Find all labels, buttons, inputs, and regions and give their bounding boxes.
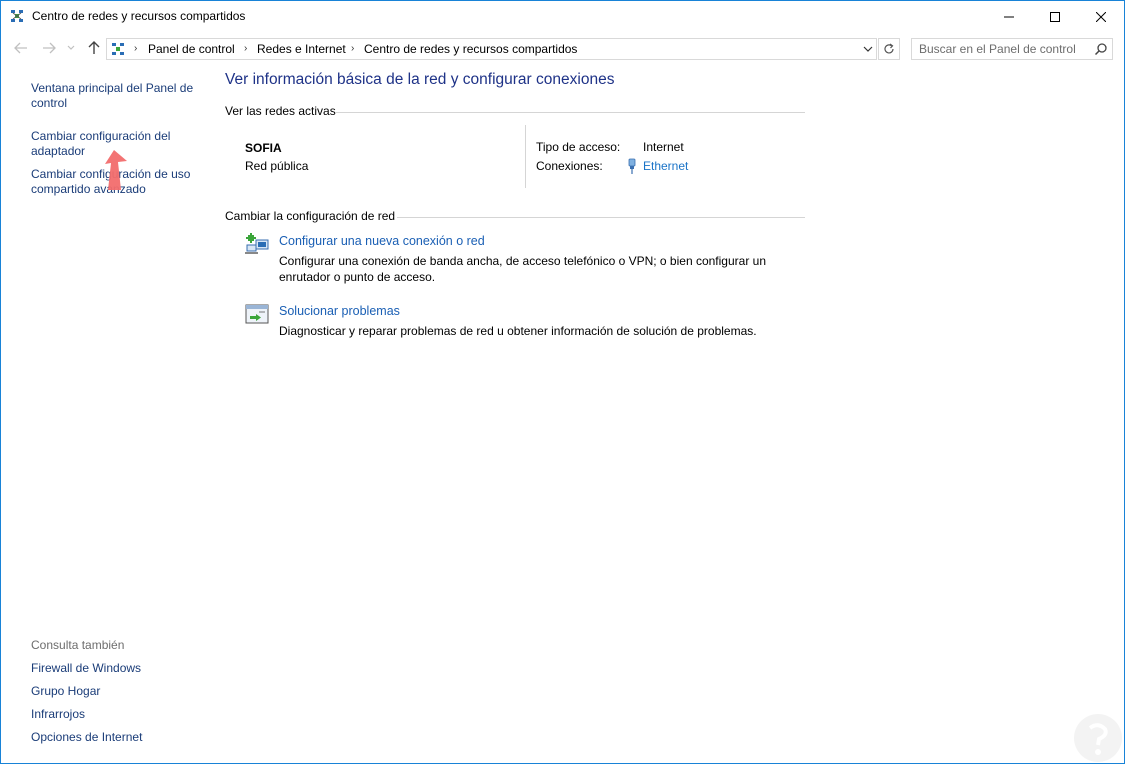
- address-dropdown-button[interactable]: [861, 42, 875, 56]
- see-also-heading: Consulta también: [31, 638, 125, 652]
- arrow-left-icon: [14, 42, 27, 54]
- watermark-logo-icon: [1074, 714, 1122, 762]
- arrow-right-icon: [43, 42, 56, 54]
- breadcrumb-separator-icon[interactable]: ›: [244, 43, 247, 54]
- refresh-button[interactable]: [878, 38, 900, 60]
- close-icon: [1096, 11, 1106, 22]
- breadcrumb-redes-e-internet[interactable]: Redes e Internet: [257, 42, 346, 56]
- refresh-icon: [884, 43, 894, 54]
- forward-button[interactable]: [41, 40, 57, 56]
- active-networks-header: Ver las redes activas: [225, 104, 336, 118]
- network-name: SOFIA: [245, 141, 282, 155]
- address-bar[interactable]: › Panel de control › Redes e Internet › …: [106, 38, 877, 60]
- section-divider: [336, 112, 805, 113]
- troubleshoot-link[interactable]: Solucionar problemas: [279, 304, 400, 318]
- search-icon[interactable]: [1094, 42, 1108, 56]
- navigation-bar: › Panel de control › Redes e Internet › …: [1, 37, 1124, 61]
- link-windows-firewall[interactable]: Firewall de Windows: [31, 661, 206, 676]
- search-box[interactable]: [911, 38, 1113, 60]
- search-input[interactable]: [912, 39, 1090, 59]
- setup-new-connection-link[interactable]: Configurar una nueva conexión o red: [279, 234, 485, 248]
- arrow-up-icon: [88, 41, 100, 54]
- back-button[interactable]: [13, 40, 29, 56]
- main-content: Ver información básica de la red y confi…: [225, 63, 1105, 763]
- control-panel-icon: [112, 43, 124, 55]
- network-divider: [525, 125, 526, 188]
- network-category: Red pública: [245, 159, 309, 173]
- section-divider: [397, 217, 805, 218]
- up-button[interactable]: [86, 40, 102, 56]
- close-button[interactable]: [1078, 1, 1124, 32]
- window: Centro de redes y recursos compartidos ›…: [0, 0, 1125, 764]
- breadcrumb-centro-de-redes[interactable]: Centro de redes y recursos compartidos: [364, 42, 577, 56]
- minimize-button[interactable]: [986, 1, 1032, 32]
- maximize-icon: [1050, 11, 1060, 22]
- change-settings-header: Cambiar la configuración de red: [225, 209, 396, 223]
- ethernet-connection-link[interactable]: Ethernet: [643, 159, 688, 173]
- pointer-arrow-icon: [105, 150, 127, 190]
- title-bar: Centro de redes y recursos compartidos: [1, 1, 1124, 32]
- page-title: Ver información básica de la red y confi…: [225, 71, 615, 88]
- troubleshoot-description: Diagnosticar y reparar problemas de red …: [279, 324, 757, 338]
- network-center-icon: [11, 10, 23, 22]
- network-setup-icon: [245, 233, 269, 254]
- ethernet-icon: [628, 158, 636, 174]
- breadcrumb-separator-icon[interactable]: ›: [134, 43, 137, 54]
- breadcrumb-separator-icon[interactable]: ›: [351, 43, 354, 54]
- chevron-down-icon: [863, 46, 873, 52]
- access-type-label: Tipo de acceso:: [536, 140, 621, 154]
- recent-locations-button[interactable]: [65, 40, 77, 56]
- link-internet-options[interactable]: Opciones de Internet: [31, 730, 206, 745]
- chevron-down-icon: [67, 45, 75, 50]
- troubleshoot-icon: [245, 304, 269, 324]
- connections-label: Conexiones:: [536, 159, 603, 173]
- minimize-icon: [1004, 16, 1014, 17]
- link-infrared[interactable]: Infrarrojos: [31, 707, 206, 722]
- breadcrumb-panel-de-control[interactable]: Panel de control: [148, 42, 235, 56]
- window-title: Centro de redes y recursos compartidos: [32, 9, 246, 23]
- maximize-button[interactable]: [1032, 1, 1078, 32]
- left-pane: Ventana principal del Panel de control C…: [1, 63, 211, 763]
- setup-new-connection-description: Configurar una conexión de banda ancha, …: [279, 254, 766, 284]
- access-type-value: Internet: [643, 140, 684, 154]
- link-homegroup[interactable]: Grupo Hogar: [31, 684, 206, 699]
- link-control-panel-home[interactable]: Ventana principal del Panel de control: [31, 81, 206, 111]
